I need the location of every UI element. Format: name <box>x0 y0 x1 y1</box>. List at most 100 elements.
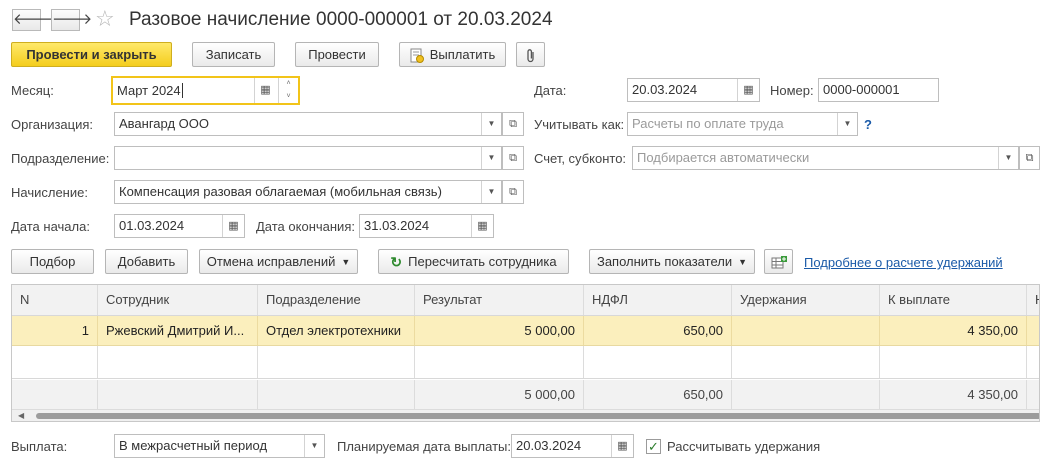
payment-value: В межрасчетный период <box>119 438 268 453</box>
column-header-employee[interactable]: Сотрудник <box>98 285 258 315</box>
pay-button-label: Выплатить <box>429 47 496 62</box>
accrual-label: Начисление: <box>11 185 88 200</box>
calendar-icon[interactable]: ▦ <box>611 435 633 457</box>
column-header-n[interactable]: N <box>12 285 98 315</box>
open-accrual-icon[interactable]: ⧉ <box>502 180 524 204</box>
pick-button[interactable]: Подбор <box>11 249 94 274</box>
column-header-result[interactable]: Результат <box>415 285 584 315</box>
total-result: 5 000,00 <box>415 380 584 411</box>
blank-cell <box>415 346 584 378</box>
save-button[interactable]: Записать <box>192 42 275 67</box>
attach-file-button[interactable] <box>516 42 545 67</box>
month-value: Март 2024 <box>117 83 181 98</box>
favorite-star-icon[interactable]: ☆ <box>95 6 115 32</box>
arrow-left-icon: 🡐 <box>13 11 54 28</box>
back-button[interactable]: 🡐 <box>12 9 53 31</box>
table-settings-button[interactable] <box>764 249 793 274</box>
document-pay-icon <box>410 48 424 64</box>
calendar-icon[interactable]: ▦ <box>737 79 759 101</box>
open-organization-icon[interactable]: ⧉ <box>502 112 524 136</box>
total-n <box>12 380 98 411</box>
total-deductions <box>732 380 880 411</box>
start-date-input[interactable]: 01.03.2024 ▦ <box>114 214 245 238</box>
cell-employee: Ржевский Дмитрий И... <box>98 316 258 345</box>
calendar-icon[interactable]: ▦ <box>222 215 244 237</box>
chevron-down-icon[interactable]: ▼ <box>481 181 501 203</box>
chevron-down-icon[interactable]: ▼ <box>304 435 324 457</box>
open-department-icon[interactable]: ⧉ <box>502 146 524 170</box>
cell-deductions <box>732 316 880 345</box>
help-icon[interactable]: ? <box>864 117 872 132</box>
planned-date-label: Планируемая дата выплаты: <box>337 439 511 454</box>
forward-button[interactable]: 🡒 <box>51 9 92 31</box>
planned-date-value: 20.03.2024 <box>516 438 582 453</box>
end-date-value: 31.03.2024 <box>364 218 430 233</box>
table-row[interactable]: 1 Ржевский Дмитрий И... Отдел электротех… <box>12 316 1039 346</box>
subconto-input[interactable]: Подбирается автоматически ▼ <box>632 146 1019 170</box>
cancel-corrections-button[interactable]: Отмена исправлений ▼ <box>199 249 358 274</box>
subconto-placeholder: Подбирается автоматически <box>637 150 810 165</box>
account-as-placeholder: Расчеты по оплате труда <box>632 116 784 131</box>
chevron-down-icon[interactable]: ▼ <box>998 147 1018 169</box>
number-input[interactable]: 0000-000001 <box>818 78 939 102</box>
scrollbar-thumb[interactable] <box>36 413 1039 419</box>
calendar-icon[interactable]: ▦ <box>254 78 276 103</box>
chevron-down-icon[interactable]: ▼ <box>481 147 501 169</box>
month-input[interactable]: Март 2024 ▦ ˄ ˅ <box>111 76 300 105</box>
chevron-down-icon[interactable]: ▼ <box>837 113 857 135</box>
refresh-icon: ↻ <box>390 254 403 271</box>
payment-select[interactable]: В межрасчетный период ▼ <box>114 434 325 458</box>
total-employee <box>98 380 258 411</box>
month-spinner[interactable]: ˄ ˅ <box>278 78 298 103</box>
post-and-close-button[interactable]: Провести и закрыть <box>11 42 172 67</box>
end-date-label: Дата окончания: <box>256 219 355 234</box>
accrual-input[interactable]: Компенсация разовая облагаемая (мобильна… <box>114 180 502 204</box>
accrual-value: Компенсация разовая облагаемая (мобильна… <box>119 184 442 199</box>
column-header-next[interactable]: Н <box>1027 285 1039 315</box>
number-label: Номер: <box>770 83 814 98</box>
add-button[interactable]: Добавить <box>105 249 188 274</box>
table-empty-area <box>12 346 1039 379</box>
recalculate-employee-button[interactable]: ↻ Пересчитать сотрудника <box>378 249 569 274</box>
department-input[interactable]: ▼ <box>114 146 502 170</box>
chevron-down-icon: ▼ <box>341 257 351 268</box>
blank-cell <box>732 346 880 378</box>
account-as-input[interactable]: Расчеты по оплате труда ▼ <box>627 112 858 136</box>
deductions-details-link[interactable]: Подробнее о расчете удержаний <box>804 255 1003 270</box>
blank-cell <box>258 346 415 378</box>
column-header-department[interactable]: Подразделение <box>258 285 415 315</box>
planned-date-input[interactable]: 20.03.2024 ▦ <box>511 434 634 458</box>
total-to-pay: 4 350,00 <box>880 380 1027 411</box>
page-title: Разовое начисление 0000-000001 от 20.03.… <box>129 9 553 30</box>
organization-input[interactable]: Авангард ООО ▼ <box>114 112 502 136</box>
start-date-label: Дата начала: <box>11 219 90 234</box>
date-value: 20.03.2024 <box>632 82 698 97</box>
end-date-input[interactable]: 31.03.2024 ▦ <box>359 214 494 238</box>
calendar-icon[interactable]: ▦ <box>471 215 493 237</box>
open-subconto-icon[interactable]: ⧉ <box>1019 146 1040 170</box>
column-header-ndfl[interactable]: НДФЛ <box>584 285 732 315</box>
date-input[interactable]: 20.03.2024 ▦ <box>627 78 760 102</box>
post-button[interactable]: Провести <box>295 42 379 67</box>
calc-deductions-checkbox[interactable]: ✓ <box>646 439 661 454</box>
table-header: N Сотрудник Подразделение Результат НДФЛ… <box>12 285 1039 316</box>
table-add-icon <box>771 255 787 269</box>
month-label: Месяц: <box>11 83 54 98</box>
calc-deductions-label: Рассчитывать удержания <box>667 439 821 454</box>
employees-table[interactable]: N Сотрудник Подразделение Результат НДФЛ… <box>11 284 1040 422</box>
horizontal-scrollbar[interactable]: ◀ <box>12 409 1039 421</box>
blank-cell <box>880 346 1027 378</box>
blank-cell <box>584 346 732 378</box>
column-header-deductions[interactable]: Удержания <box>732 285 880 315</box>
start-date-value: 01.03.2024 <box>119 218 185 233</box>
cell-to-pay: 4 350,00 <box>880 316 1027 345</box>
checkmark-icon: ✓ <box>648 439 659 454</box>
total-department <box>258 380 415 411</box>
scroll-left-icon[interactable]: ◀ <box>18 411 24 420</box>
pay-button[interactable]: Выплатить <box>399 42 506 67</box>
recalculate-employee-label: Пересчитать сотрудника <box>408 254 557 269</box>
fill-indicators-button[interactable]: Заполнить показатели ▼ <box>589 249 755 274</box>
column-header-to-pay[interactable]: К выплате <box>880 285 1027 315</box>
chevron-down-icon[interactable]: ▼ <box>481 113 501 135</box>
subconto-label: Счет, субконто: <box>534 151 627 166</box>
